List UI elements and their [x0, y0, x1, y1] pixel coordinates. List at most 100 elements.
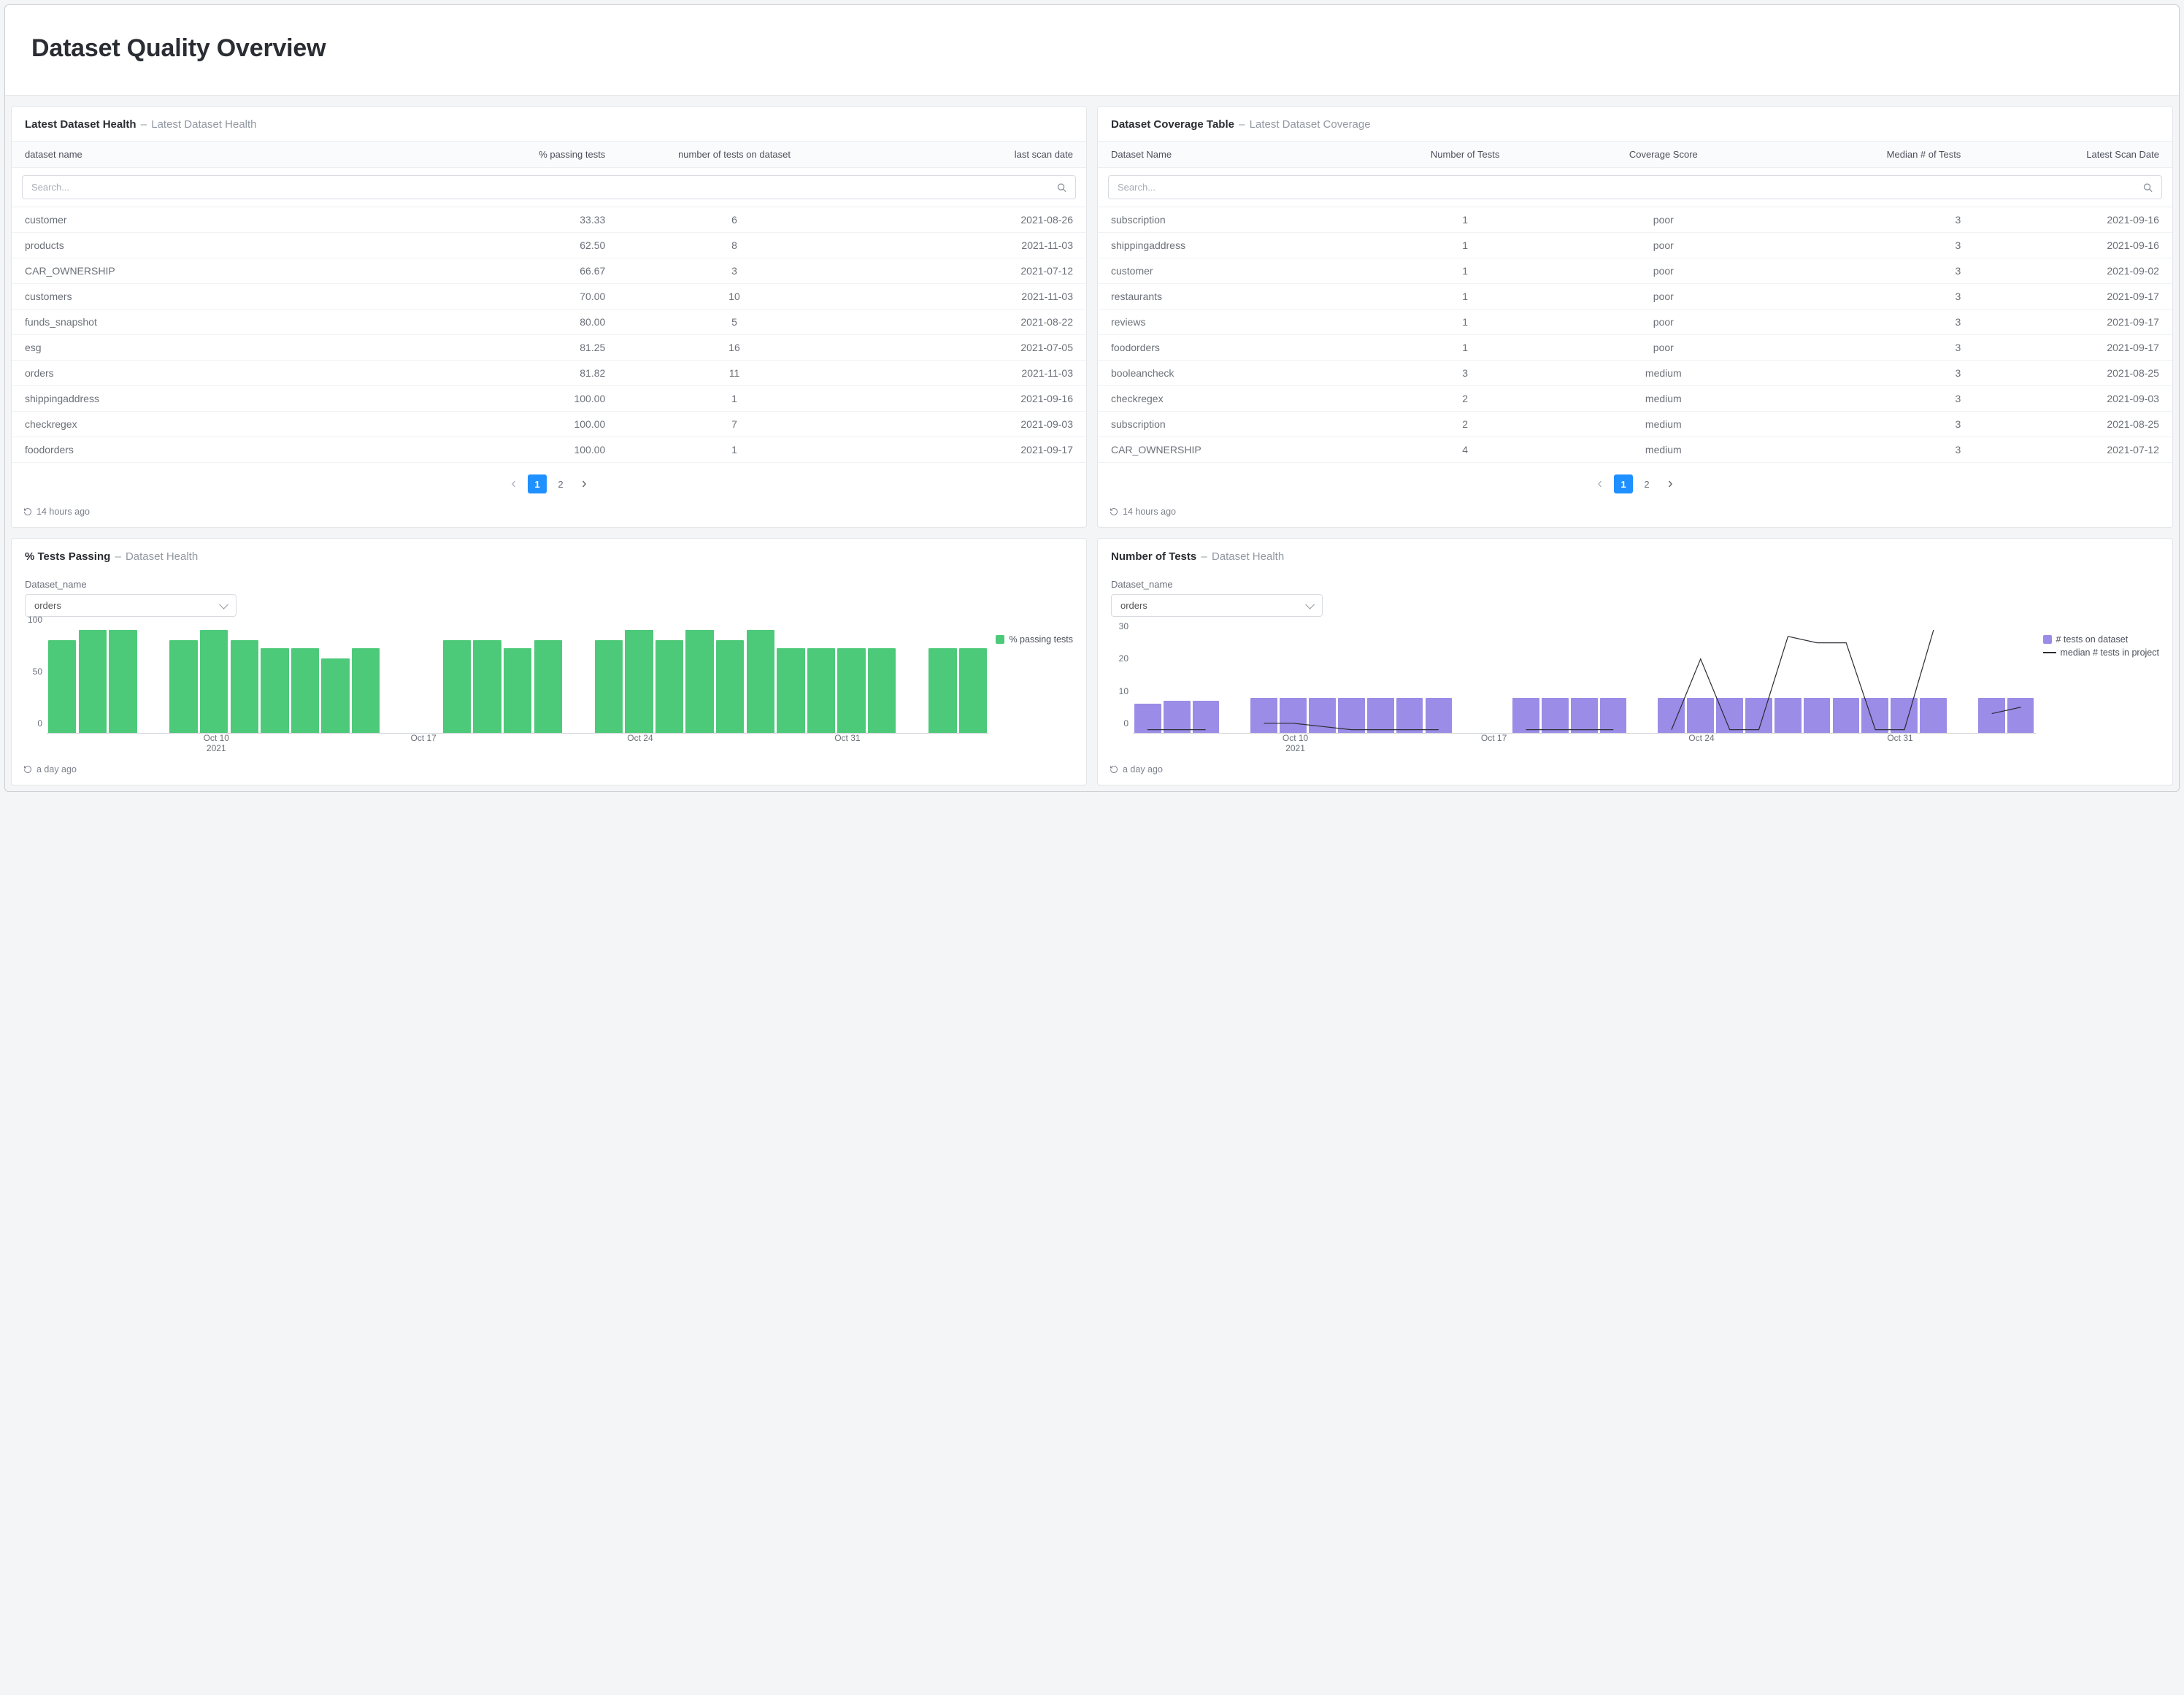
- cell-date: 2021-08-22: [864, 316, 1073, 328]
- table-row[interactable]: customer1poor32021-09-02: [1098, 258, 2172, 284]
- cell-date: 2021-09-17: [1961, 316, 2159, 328]
- cell-n: 11: [605, 367, 863, 379]
- table-row[interactable]: esg81.25162021-07-05: [12, 335, 1086, 361]
- cell-dataset-name: funds_snapshot: [25, 316, 412, 328]
- cell-median: 3: [1763, 393, 1961, 404]
- page-header: Dataset Quality Overview: [5, 5, 2179, 96]
- panel-pct-tests-passing: % Tests Passing – Dataset Health Dataset…: [11, 538, 1087, 785]
- table-row[interactable]: reviews1poor32021-09-17: [1098, 310, 2172, 335]
- dataset-select[interactable]: orders: [25, 594, 237, 617]
- cell-median: 3: [1763, 418, 1961, 430]
- table-header: dataset name % passing tests number of t…: [12, 141, 1086, 168]
- col-header[interactable]: number of tests on dataset: [605, 149, 863, 160]
- cell-pct: 100.00: [412, 418, 605, 430]
- panel-subtitle: Dataset Health: [126, 550, 198, 563]
- cell-score: medium: [1564, 444, 1763, 456]
- bar: [48, 640, 76, 733]
- table-row[interactable]: shippingaddress100.0012021-09-16: [12, 386, 1086, 412]
- bar: [807, 648, 835, 733]
- panel-head: Latest Dataset Health – Latest Dataset H…: [12, 107, 1086, 141]
- pager-page[interactable]: 2: [1637, 474, 1656, 493]
- cell-pct: 80.00: [412, 316, 605, 328]
- pager-next[interactable]: [1661, 474, 1680, 493]
- legend-swatch-icon: [2043, 635, 2052, 644]
- pager: 1 2: [12, 463, 1086, 499]
- line-series: [1147, 630, 2021, 730]
- cell-pct: 81.25: [412, 342, 605, 353]
- cell-pct: 70.00: [412, 291, 605, 302]
- table-row[interactable]: customers70.00102021-11-03: [12, 284, 1086, 310]
- cell-dataset-name: CAR_OWNERSHIP: [1111, 444, 1366, 456]
- table-row[interactable]: subscription1poor32021-09-16: [1098, 207, 2172, 233]
- x-tick: Oct 102021: [204, 734, 229, 754]
- chart-legend: % passing tests: [996, 630, 1073, 754]
- cell-score: poor: [1564, 214, 1763, 226]
- col-header[interactable]: Latest Scan Date: [1961, 149, 2159, 160]
- bar: [200, 630, 228, 733]
- panel-subtitle: Latest Dataset Health: [151, 118, 256, 131]
- cell-median: 3: [1763, 239, 1961, 251]
- panel-head: % Tests Passing – Dataset Health: [12, 539, 1086, 573]
- cell-date: 2021-09-17: [1961, 342, 2159, 353]
- x-tick: Oct 17: [410, 734, 436, 744]
- cell-score: poor: [1564, 265, 1763, 277]
- updated-label: 14 hours ago: [1123, 507, 1176, 517]
- y-tick: 0: [37, 718, 42, 729]
- cell-n: 1: [1366, 316, 1564, 328]
- table-row[interactable]: products62.5082021-11-03: [12, 233, 1086, 258]
- chart-pct-passing[interactable]: 050100 Oct 102021Oct 17Oct 24Oct 31: [25, 630, 988, 754]
- cell-date: 2021-09-17: [864, 444, 1073, 456]
- cell-date: 2021-09-03: [1961, 393, 2159, 404]
- search-input[interactable]: [1108, 175, 2162, 199]
- col-header[interactable]: Median # of Tests: [1763, 149, 1961, 160]
- table-row[interactable]: funds_snapshot80.0052021-08-22: [12, 310, 1086, 335]
- bar: [473, 640, 501, 733]
- col-header[interactable]: Number of Tests: [1366, 149, 1564, 160]
- table-row[interactable]: foodorders100.0012021-09-17: [12, 437, 1086, 463]
- col-header[interactable]: % passing tests: [412, 149, 605, 160]
- filter-label: Dataset_name: [1111, 579, 2159, 590]
- bar: [716, 640, 744, 733]
- table-row[interactable]: checkregex100.0072021-09-03: [12, 412, 1086, 437]
- panel-subtitle: Latest Dataset Coverage: [1250, 118, 1371, 131]
- cell-n: 6: [605, 214, 863, 226]
- table-row[interactable]: foodorders1poor32021-09-17: [1098, 335, 2172, 361]
- pager-prev[interactable]: [504, 474, 523, 493]
- y-tick: 50: [33, 666, 42, 677]
- dataset-select[interactable]: orders: [1111, 594, 1323, 617]
- cell-median: 3: [1763, 444, 1961, 456]
- cell-pct: 100.00: [412, 444, 605, 456]
- pager-next[interactable]: [574, 474, 593, 493]
- table-row[interactable]: shippingaddress1poor32021-09-16: [1098, 233, 2172, 258]
- table-row[interactable]: CAR_OWNERSHIP4medium32021-07-12: [1098, 437, 2172, 463]
- cell-dataset-name: reviews: [1111, 316, 1366, 328]
- cell-date: 2021-09-02: [1961, 265, 2159, 277]
- cell-date: 2021-11-03: [864, 239, 1073, 251]
- col-header[interactable]: Dataset Name: [1111, 149, 1366, 160]
- cell-n: 7: [605, 418, 863, 430]
- table-row[interactable]: orders81.82112021-11-03: [12, 361, 1086, 386]
- table-row[interactable]: customer33.3362021-08-26: [12, 207, 1086, 233]
- table-row[interactable]: checkregex2medium32021-09-03: [1098, 386, 2172, 412]
- chart-number-of-tests[interactable]: 0102030 Oct 102021Oct 17Oct 24Oct 31: [1111, 630, 2036, 754]
- pager-page[interactable]: 2: [551, 474, 570, 493]
- col-header[interactable]: dataset name: [25, 149, 412, 160]
- table-row[interactable]: subscription2medium32021-08-25: [1098, 412, 2172, 437]
- refresh-icon: [23, 765, 32, 774]
- search-input[interactable]: [22, 175, 1076, 199]
- pager-page[interactable]: 1: [1614, 474, 1633, 493]
- table-row[interactable]: CAR_OWNERSHIP66.6732021-07-12: [12, 258, 1086, 284]
- cell-pct: 81.82: [412, 367, 605, 379]
- pager-page[interactable]: 1: [528, 474, 547, 493]
- table-row[interactable]: booleancheck3medium32021-08-25: [1098, 361, 2172, 386]
- table-row[interactable]: restaurants1poor32021-09-17: [1098, 284, 2172, 310]
- bar: [169, 640, 197, 733]
- col-header[interactable]: Coverage Score: [1564, 149, 1763, 160]
- cell-n: 4: [1366, 444, 1564, 456]
- cell-dataset-name: foodorders: [1111, 342, 1366, 353]
- pager-prev[interactable]: [1591, 474, 1610, 493]
- col-header[interactable]: last scan date: [864, 149, 1073, 160]
- y-tick: 30: [1119, 621, 1128, 631]
- bar: [685, 630, 713, 733]
- cell-dataset-name: shippingaddress: [1111, 239, 1366, 251]
